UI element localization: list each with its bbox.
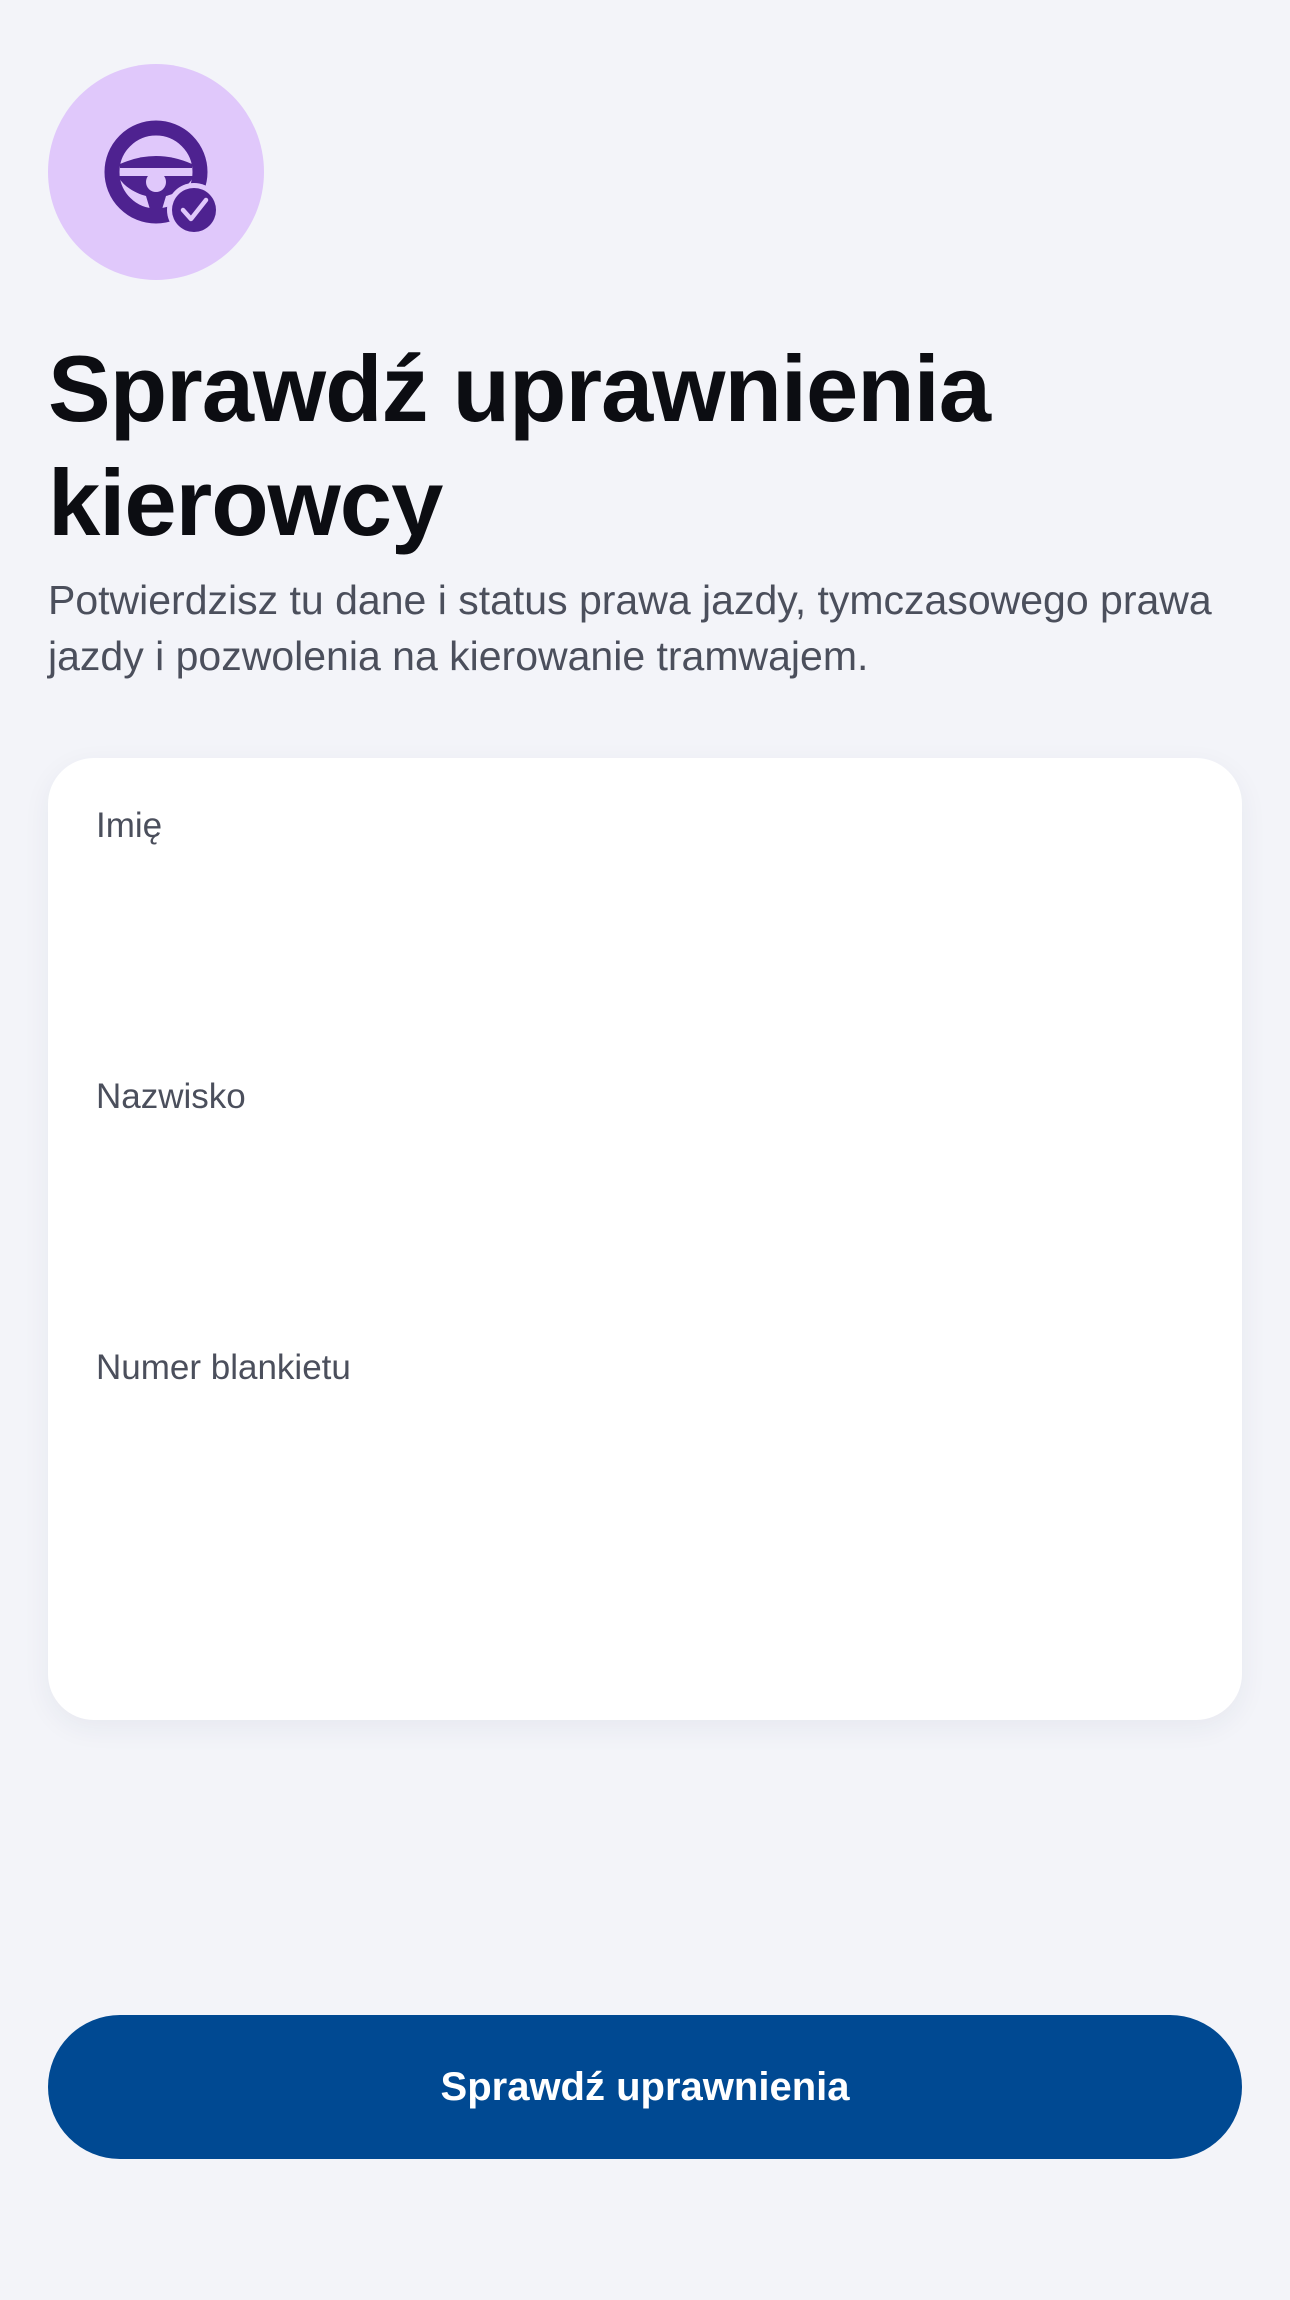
first-name-label: Imię: [96, 806, 163, 845]
check-permissions-button[interactable]: Sprawdź uprawnienia: [48, 2015, 1242, 2159]
page-subtitle: Potwierdzisz tu dane i status prawa jazd…: [48, 577, 1212, 679]
document-number-field[interactable]: Numer blankietu: [48, 1300, 1242, 1540]
form-card: Imię Nazwisko Numer blankietu: [48, 758, 1242, 1720]
document-number-label: Numer blankietu: [96, 1348, 351, 1387]
last-name-field[interactable]: Nazwisko: [48, 1029, 1242, 1269]
steering-wheel-check-icon: [48, 64, 264, 280]
last-name-input[interactable]: [96, 1129, 1194, 1219]
first-name-field[interactable]: Imię: [48, 758, 1242, 998]
first-name-input[interactable]: [96, 858, 1194, 948]
page-title: Sprawdź uprawnienia kierowcy: [48, 336, 991, 555]
document-number-input[interactable]: [96, 1400, 1194, 1490]
last-name-label: Nazwisko: [96, 1077, 246, 1116]
